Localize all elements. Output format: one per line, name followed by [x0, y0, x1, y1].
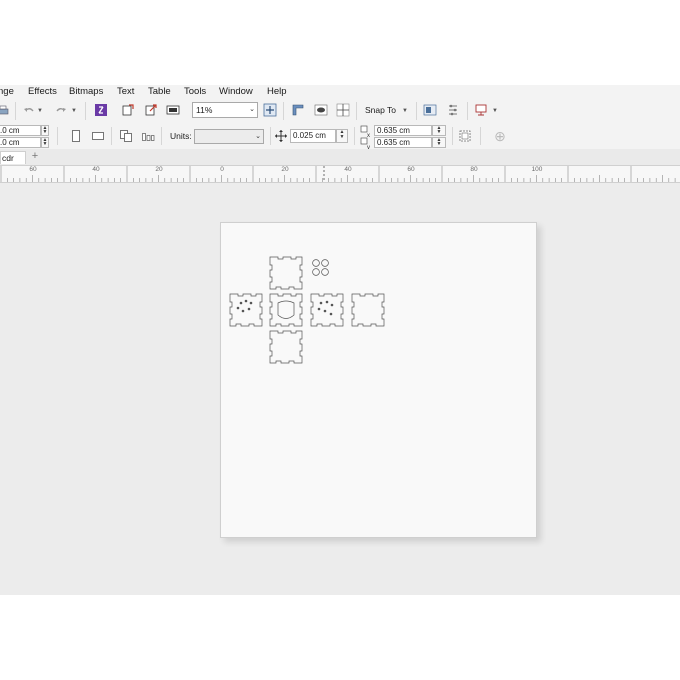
chevron-down-icon: ⌄ — [249, 106, 255, 113]
box-right-panel — [310, 293, 344, 327]
toolbar-separator — [85, 102, 86, 120]
guidelines-icon[interactable] — [336, 103, 350, 117]
box-template-drawing[interactable] — [221, 223, 536, 537]
duplicate-y-field[interactable]: 0.635 cm — [374, 137, 432, 148]
box-bottom-panel — [269, 330, 303, 364]
rulers-icon[interactable] — [291, 103, 305, 117]
ruler-label: 0 — [220, 166, 224, 173]
menu-effects[interactable]: Effects — [28, 85, 57, 99]
zoom-level-value: 11% — [196, 105, 213, 115]
launch-app-icon[interactable] — [474, 103, 488, 117]
toolbar-separator — [354, 127, 355, 145]
snap-to-label[interactable]: Snap To — [365, 105, 396, 115]
menu-window[interactable]: Window — [219, 85, 253, 99]
portrait-orientation-icon[interactable] — [69, 129, 83, 143]
undo-dropdown-icon[interactable]: ▼ — [36, 104, 44, 118]
duplicate-y-spinner[interactable]: ▲ ▼ — [432, 137, 446, 148]
dice-dot-cutout — [312, 259, 320, 267]
page-height-field[interactable]: .0 cm — [0, 137, 41, 148]
toolbar-separator — [452, 127, 453, 145]
application-window: nge Effects Bitmaps Text Table Tools Win… — [0, 85, 680, 595]
menu-help[interactable]: Help — [267, 85, 287, 99]
ruler-label: 60 — [407, 166, 415, 173]
launch-dropdown-icon[interactable]: ▼ — [491, 104, 499, 118]
page-width-field[interactable]: .0 cm — [0, 125, 41, 136]
drawing-workspace[interactable] — [0, 183, 680, 595]
toolbar-separator — [57, 127, 58, 145]
page-width-spinner[interactable]: ▲ ▼ — [41, 125, 49, 136]
import-icon[interactable] — [121, 103, 135, 117]
undo-icon[interactable] — [22, 104, 36, 118]
ruler-label: 20 — [155, 166, 163, 173]
dice-dot-cutout — [321, 259, 329, 267]
toolbar-separator — [480, 127, 481, 145]
toolbar-separator — [356, 102, 357, 120]
nudge-distance-spinner[interactable]: ▲ ▼ — [336, 129, 348, 143]
box-left-panel — [229, 293, 263, 327]
menu-text[interactable]: Text — [117, 85, 134, 99]
toolbar-separator — [161, 127, 162, 145]
drawing-page[interactable] — [220, 222, 537, 538]
ruler-label: 60 — [29, 166, 37, 173]
landscape-orientation-icon[interactable] — [91, 129, 105, 143]
duplicate-x-spinner[interactable]: ▲ ▼ — [432, 125, 446, 136]
redo-icon[interactable] — [54, 104, 68, 118]
chevron-down-icon: ⌄ — [255, 133, 261, 140]
ruler-label: 80 — [470, 166, 478, 173]
menu-table[interactable]: Table — [148, 85, 171, 99]
add-icon[interactable]: ⊕ — [493, 128, 507, 144]
view-options-icon[interactable] — [314, 103, 328, 117]
dice-dot-cutout — [312, 268, 320, 276]
units-combo[interactable]: ⌄ — [194, 129, 264, 144]
toolbar-separator — [467, 102, 468, 120]
document-tab-bar: cdr + — [0, 149, 680, 166]
new-tab-plus-icon[interactable]: + — [29, 151, 41, 163]
menu-bitmaps[interactable]: Bitmaps — [69, 85, 103, 99]
ruler-ticks — [0, 166, 676, 182]
shield-cutout — [277, 300, 295, 319]
options-icon[interactable] — [446, 103, 460, 117]
box-front-panel — [269, 293, 303, 327]
nudge-distance-icon — [274, 129, 288, 143]
ruler-label: 100 — [531, 166, 543, 173]
redo-dropdown-icon[interactable]: ▼ — [70, 104, 78, 118]
search-content-icon[interactable] — [94, 103, 108, 117]
toolbar-separator — [111, 127, 112, 145]
box-top-panel — [269, 256, 303, 290]
toolbar-separator — [270, 127, 271, 145]
document-tab[interactable]: cdr — [0, 151, 26, 164]
welcome-screen-icon[interactable] — [423, 103, 437, 117]
print-icon[interactable] — [0, 104, 10, 118]
box-back-panel — [351, 293, 385, 327]
duplicate-x-field[interactable]: 0.635 cm — [374, 125, 432, 136]
property-bar: .0 cm ▲ ▼ .0 cm ▲ ▼ Units: ⌄ 0.025 cm ▲ … — [0, 124, 680, 150]
toolbar-separator — [416, 102, 417, 120]
ruler-label: 40 — [92, 166, 100, 173]
ruler-label: 20 — [281, 166, 289, 173]
toolbar-separator — [15, 102, 16, 120]
zoom-to-page-icon[interactable] — [263, 103, 277, 117]
dice-dot-cutout — [321, 268, 329, 276]
all-pages-icon[interactable] — [119, 129, 133, 143]
toolbar-separator — [283, 102, 284, 120]
export-icon[interactable] — [144, 103, 158, 117]
units-label: Units: — [170, 131, 192, 141]
treat-as-filled-icon[interactable] — [458, 129, 472, 143]
nudge-distance-field[interactable]: 0.025 cm — [290, 129, 336, 143]
ruler-label: 40 — [344, 166, 352, 173]
duplicate-y-icon: y — [359, 136, 373, 150]
zoom-level-combo[interactable]: 11% ⌄ — [192, 102, 258, 118]
page-height-spinner[interactable]: ▲ ▼ — [41, 137, 49, 148]
current-page-icon[interactable] — [141, 129, 155, 143]
standard-toolbar: ▼ ▼ 11% ⌄ Snap To ▼ ▼ — [0, 99, 680, 124]
horizontal-ruler[interactable]: 60 40 20 0 20 40 60 80 100 — [0, 166, 680, 183]
snap-to-dropdown-icon[interactable]: ▼ — [401, 104, 409, 118]
menu-tools[interactable]: Tools — [184, 85, 206, 99]
menu-bar: nge Effects Bitmaps Text Table Tools Win… — [0, 85, 680, 99]
publish-pdf-icon[interactable] — [166, 103, 180, 117]
menu-arrange[interactable]: nge — [0, 85, 14, 99]
